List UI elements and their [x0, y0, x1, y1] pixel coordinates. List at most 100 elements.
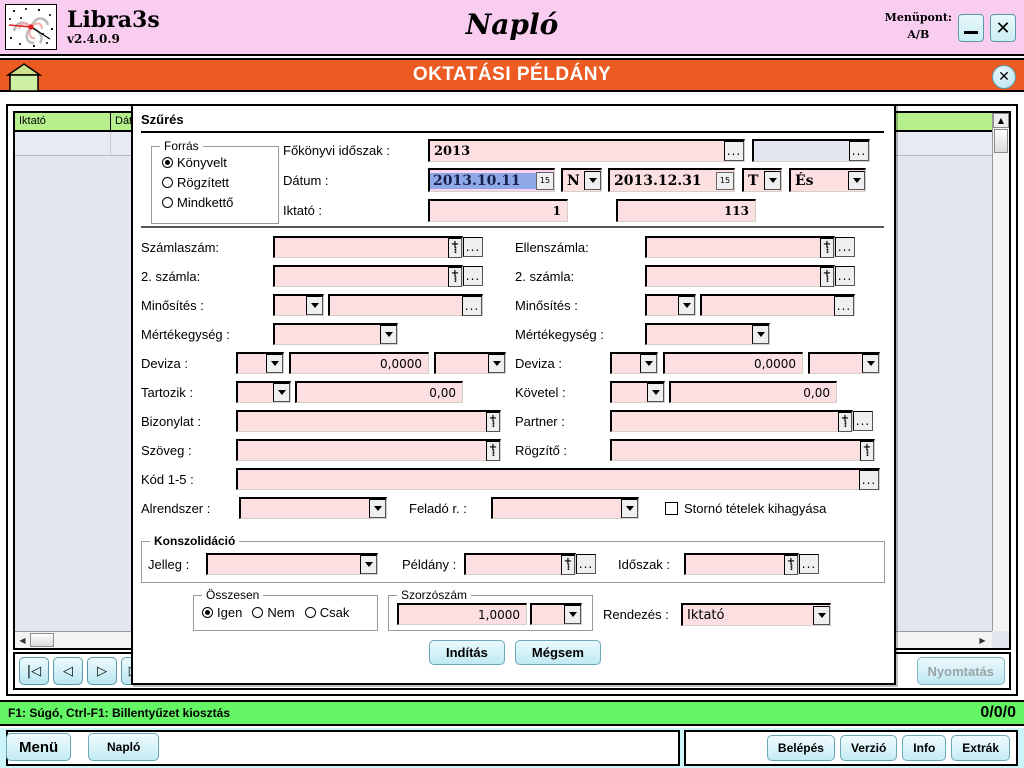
tartozik-amount-field[interactable]: 0,00: [295, 381, 463, 403]
kovetel-chevron-down-icon[interactable]: [647, 383, 664, 402]
mertekegyseg-left-chevron-down-icon[interactable]: [380, 325, 397, 344]
grid-col-iktato[interactable]: Iktató: [15, 113, 111, 130]
alrendszer-combo[interactable]: [239, 497, 387, 519]
menu-button[interactable]: Menü: [6, 733, 72, 761]
scroll-right-icon[interactable]: ▶: [975, 633, 990, 648]
date-op1-chevron-down-icon[interactable]: [584, 171, 601, 190]
period-extra-browse-button[interactable]: ...: [849, 141, 869, 161]
szamla2-left-stepper[interactable]: + ⁝: [448, 266, 462, 287]
partner-browse-button[interactable]: ...: [853, 411, 873, 431]
deviza-left-amount-field[interactable]: 0,0000: [289, 352, 429, 374]
jelleg-chevron-down-icon[interactable]: [360, 555, 377, 574]
home-icon[interactable]: [6, 62, 42, 92]
mertekegyseg-right-chevron-down-icon[interactable]: [752, 325, 769, 344]
hscroll-thumb[interactable]: [30, 633, 54, 647]
partner-field[interactable]: + ⁝: [610, 410, 853, 432]
peldany-stepper[interactable]: + ⁝: [561, 554, 575, 575]
bizonylat-stepper[interactable]: + ⁝: [486, 411, 500, 432]
period-browse-button[interactable]: ...: [724, 141, 744, 161]
verzio-button[interactable]: Verzió: [839, 735, 898, 761]
nav-next-button[interactable]: ▷: [87, 657, 117, 685]
rogzito-field[interactable]: + ⁝: [610, 439, 875, 461]
peldany-browse-button[interactable]: ...: [576, 554, 596, 574]
rogzito-stepper[interactable]: + ⁝: [860, 440, 874, 461]
idoszak-browse-button[interactable]: ...: [799, 554, 819, 574]
minosites-right-browse-button[interactable]: ...: [834, 295, 854, 316]
partner-stepper[interactable]: + ⁝: [838, 411, 852, 432]
belepes-button[interactable]: Belépés: [766, 735, 835, 761]
minosites-right-chevron-down-icon[interactable]: [678, 296, 695, 315]
szorzoszam-field[interactable]: 1,0000: [397, 603, 527, 625]
grid-vertical-scrollbar[interactable]: ▲: [992, 113, 1009, 631]
radio-mindketto[interactable]: Mindkettő: [162, 195, 233, 210]
szamla2-left-browse-button[interactable]: ...: [463, 266, 483, 286]
minosites-left-chevron-down-icon[interactable]: [306, 296, 323, 315]
kod-field[interactable]: ...: [236, 468, 880, 490]
ellenszamla-stepper[interactable]: + ⁝: [820, 237, 834, 258]
deviza-left-chevron-down-icon[interactable]: [266, 354, 283, 373]
deviza-right-code-combo[interactable]: [610, 352, 658, 374]
szamla2-left-field[interactable]: + ⁝: [273, 265, 463, 287]
date-join-combo[interactable]: És: [789, 168, 866, 192]
deviza-right-unit-chevron-down-icon[interactable]: [862, 354, 879, 373]
szamlaszam-stepper[interactable]: + ⁝: [448, 237, 462, 258]
date-to-field[interactable]: 2013.12.31 15: [608, 168, 735, 192]
minosites-left-code-combo[interactable]: [273, 294, 324, 316]
vscroll-thumb[interactable]: [994, 129, 1008, 153]
mertekegyseg-left-combo[interactable]: [273, 323, 398, 345]
idoszak-field[interactable]: + ⁝: [684, 553, 799, 575]
period-field[interactable]: 2013 ...: [428, 139, 745, 162]
alrendszer-chevron-down-icon[interactable]: [369, 499, 386, 518]
jelleg-combo[interactable]: [206, 553, 378, 575]
extrak-button[interactable]: Extrák: [951, 735, 1010, 761]
szamla2-right-browse-button[interactable]: ...: [835, 266, 855, 286]
print-button[interactable]: Nyomtatás: [916, 657, 1005, 685]
radio-konyvelt[interactable]: Könyvelt: [162, 155, 227, 170]
date-op1-combo[interactable]: N: [561, 168, 602, 192]
szamlaszam-field[interactable]: + ⁝: [273, 236, 463, 258]
peldany-field[interactable]: + ⁝: [464, 553, 576, 575]
deviza-left-code-combo[interactable]: [236, 352, 284, 374]
szoveg-stepper[interactable]: + ⁝: [486, 440, 500, 461]
minosites-left-browse-button[interactable]: ...: [462, 295, 482, 316]
deviza-left-unit-combo[interactable]: [434, 352, 506, 374]
date-join-chevron-down-icon[interactable]: [848, 171, 865, 190]
radio-nem[interactable]: Nem: [252, 605, 295, 620]
iktato-to-field[interactable]: 113: [616, 199, 756, 222]
radio-csak[interactable]: Csak: [304, 605, 349, 620]
idoszak-stepper[interactable]: + ⁝: [784, 554, 798, 575]
szamlaszam-browse-button[interactable]: ...: [463, 237, 483, 257]
deviza-right-amount-field[interactable]: 0,0000: [663, 352, 803, 374]
start-button[interactable]: Indítás: [429, 640, 505, 665]
szorzoszam-chevron-down-icon[interactable]: [564, 605, 581, 624]
date-from-calendar-icon[interactable]: 15: [536, 171, 554, 190]
szoveg-field[interactable]: + ⁝: [236, 439, 501, 461]
scroll-up-icon[interactable]: ▲: [993, 113, 1009, 128]
minosites-right-field[interactable]: ...: [700, 294, 855, 316]
szamla2-right-field[interactable]: + ⁝: [645, 265, 835, 287]
cancel-button[interactable]: Mégsem: [514, 640, 601, 665]
deviza-right-chevron-down-icon[interactable]: [640, 354, 657, 373]
bizonylat-field[interactable]: + ⁝: [236, 410, 501, 432]
deviza-right-unit-combo[interactable]: [808, 352, 880, 374]
rendezes-chevron-down-icon[interactable]: [813, 605, 830, 625]
ellenszamla-field[interactable]: + ⁝: [645, 236, 835, 258]
szorzoszam-unit-combo[interactable]: [530, 603, 582, 625]
storno-checkbox[interactable]: Stornó tételek kihagyása: [665, 501, 826, 516]
kovetel-amount-field[interactable]: 0,00: [669, 381, 837, 403]
deviza-left-unit-chevron-down-icon[interactable]: [488, 354, 505, 373]
date-to-calendar-icon[interactable]: 15: [716, 171, 734, 190]
szamla2-right-stepper[interactable]: + ⁝: [820, 266, 834, 287]
rendezes-combo[interactable]: Iktató: [681, 603, 831, 626]
date-from-field[interactable]: 2013.10.11 15: [428, 168, 555, 192]
nav-first-button[interactable]: |◁: [19, 657, 49, 685]
radio-igen[interactable]: Igen: [202, 605, 242, 620]
tartozik-op-combo[interactable]: [236, 381, 291, 403]
date-op2-combo[interactable]: T: [742, 168, 782, 192]
kovetel-op-combo[interactable]: [610, 381, 665, 403]
minosites-right-code-combo[interactable]: [645, 294, 696, 316]
period-extra-field[interactable]: ...: [752, 139, 870, 162]
minosites-left-field[interactable]: ...: [328, 294, 483, 316]
ellenszamla-browse-button[interactable]: ...: [835, 237, 855, 257]
banner-close-button[interactable]: ✕: [992, 65, 1016, 89]
